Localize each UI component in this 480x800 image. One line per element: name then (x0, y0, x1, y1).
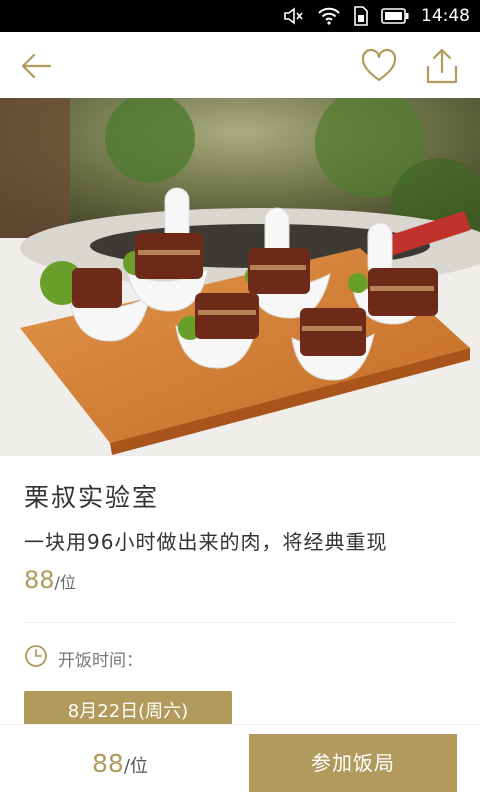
event-price-unit: /位 (54, 573, 76, 592)
share-icon[interactable] (423, 46, 461, 86)
event-price: 88/位 (24, 566, 76, 594)
heart-icon[interactable] (360, 48, 398, 84)
dining-time-label: 开饭时间： (24, 644, 143, 673)
bottom-price-unit: /位 (123, 756, 148, 777)
dining-time-text: 开饭时间： (58, 650, 143, 671)
status-time: 14:48 (421, 6, 470, 26)
wifi-icon (317, 7, 341, 25)
event-subtitle: 一块用96小时做出来的肉，将经典重现 (24, 530, 388, 554)
status-bar: 14:48 (0, 0, 480, 32)
top-bar (0, 32, 480, 98)
divider (24, 622, 456, 623)
back-arrow-icon[interactable] (18, 48, 54, 84)
join-meal-button[interactable]: 参加饭局 (249, 734, 457, 792)
mute-icon (283, 7, 305, 25)
dish-photo (0, 98, 480, 456)
battery-icon (381, 8, 409, 24)
bottom-price-value: 88 (92, 749, 124, 778)
clock-icon (24, 644, 48, 673)
event-title: 栗叔实验室 (24, 483, 160, 512)
bottom-price: 88/位 (92, 749, 148, 778)
bottom-bar: 88/位 参加饭局 (0, 724, 480, 800)
sim-icon (353, 6, 369, 26)
event-price-value: 88 (24, 566, 55, 594)
